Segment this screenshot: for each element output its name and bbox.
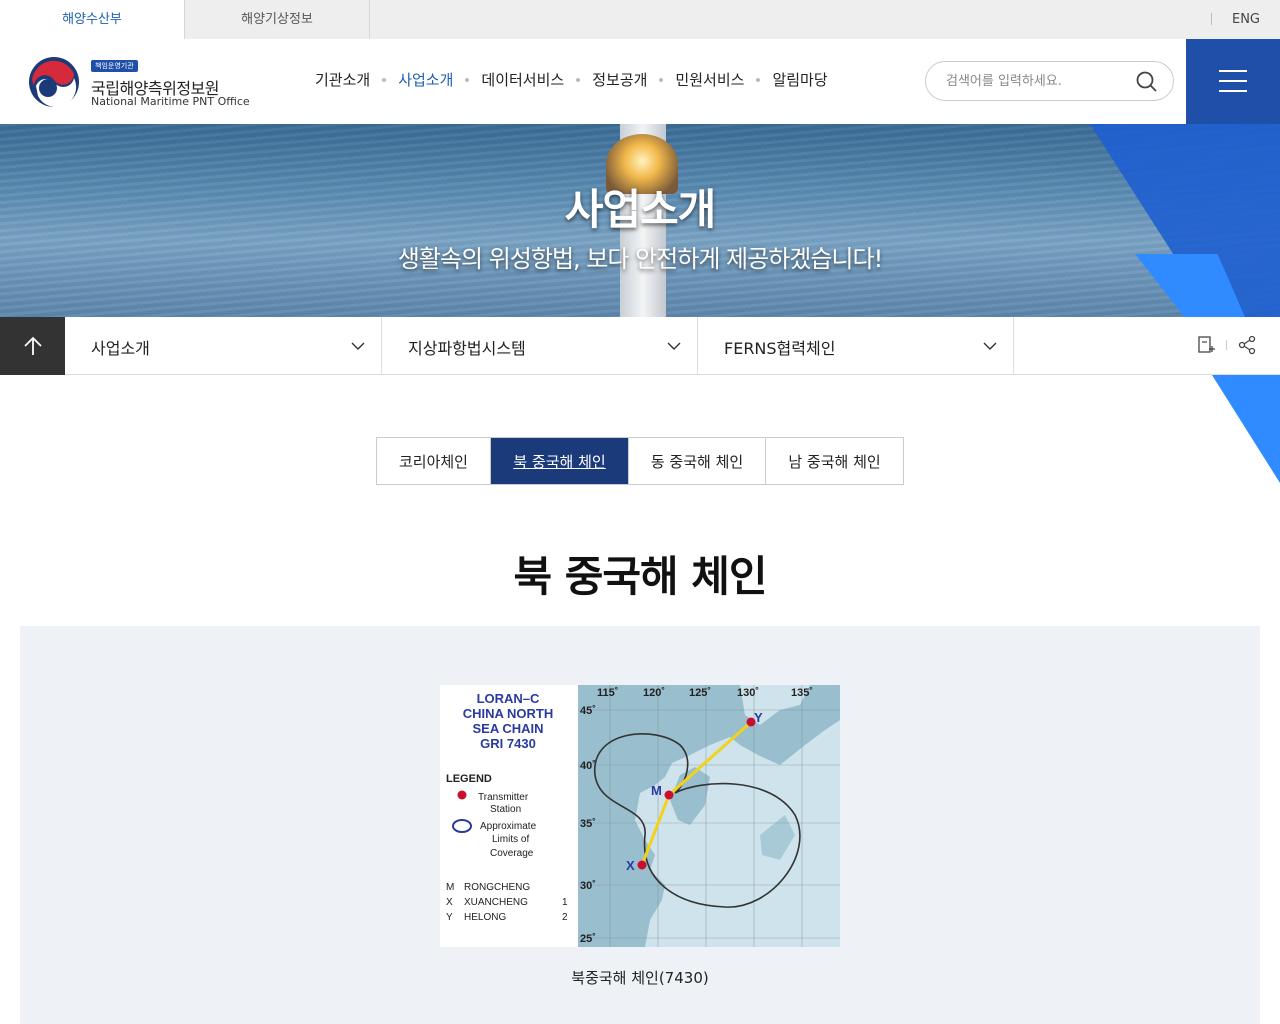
map-graphic: M Y X 115˚ 120˚ 125˚ 130˚ 135˚ 45˚ 40˚ 3…	[440, 685, 840, 947]
hero-banner: 사업소개 생활속의 위성항법, 보다 안전하게 제공하겠습니다!	[0, 124, 1280, 317]
page-tools	[1196, 335, 1257, 355]
chain-map-image: M Y X 115˚ 120˚ 125˚ 130˚ 135˚ 45˚ 40˚ 3…	[440, 685, 840, 947]
nav-separator	[756, 77, 761, 82]
top-tab-weather[interactable]: 해양기상정보	[185, 0, 370, 39]
chevron-down-icon	[667, 342, 681, 350]
station-x-label: X	[626, 858, 635, 873]
nav-separator	[465, 77, 470, 82]
content-box: M Y X 115˚ 120˚ 125˚ 130˚ 135˚ 45˚ 40˚ 3…	[20, 626, 1260, 1024]
location-bar: 사업소개 지상파항법시스템 FERNS협력체인	[0, 317, 1280, 375]
print-icon[interactable]	[1196, 335, 1216, 355]
map-title-line: GRI 7430	[480, 736, 536, 751]
chevron-down-icon	[351, 342, 365, 350]
language-link[interactable]: ENG	[1232, 0, 1260, 39]
location-label: 지상파항법시스템	[408, 339, 526, 358]
search-box	[925, 61, 1174, 101]
home-button[interactable]	[0, 317, 65, 375]
legend-text: Limits of	[492, 834, 529, 845]
nav-separator	[576, 77, 581, 82]
location-dropdown-2[interactable]: 지상파항법시스템	[382, 317, 698, 375]
top-tab-mof[interactable]: 해양수산부	[0, 0, 185, 39]
top-bar: 해양수산부 해양기상정보 ENG	[0, 0, 1280, 39]
station-m-label: M	[651, 783, 662, 798]
nav-item-info[interactable]: 정보공개	[592, 69, 647, 90]
lon-label: 130˚	[737, 687, 759, 699]
page-title: 북 중국해 체인	[513, 552, 767, 601]
nav-item-about[interactable]: 기관소개	[315, 69, 370, 90]
legend-text: Coverage	[490, 848, 534, 859]
map-title-line: SEA CHAIN	[472, 721, 543, 736]
logo-icon[interactable]	[28, 56, 80, 108]
lat-label: 30˚	[580, 880, 596, 892]
nav-separator	[659, 77, 664, 82]
lat-label: 40˚	[580, 760, 596, 772]
lat-label: 25˚	[580, 933, 596, 945]
home-icon	[23, 336, 42, 355]
hero-subtitle: 생활속의 위성항법, 보다 안전하게 제공하겠습니다!	[397, 245, 883, 273]
station-num: 1	[562, 897, 568, 908]
hamburger-icon	[1219, 70, 1247, 72]
nav-item-civil[interactable]: 민원서비스	[675, 69, 744, 90]
main-nav: 기관소개 사업소개 데이터서비스 정보공개 민원서비스 알림마당	[315, 69, 828, 90]
org-name-en: National Maritime PNT Office	[91, 95, 250, 108]
station-name: HELONG	[464, 912, 506, 923]
menu-button[interactable]	[1186, 39, 1280, 124]
location-dropdown-3[interactable]: FERNS협력체인	[698, 317, 1014, 375]
chain-tabs: 코리아체인 북 중국해 체인 동 중국해 체인 남 중국해 체인	[376, 437, 904, 485]
tab-korea-chain[interactable]: 코리아체인	[377, 438, 491, 484]
divider	[1226, 340, 1227, 350]
station-code: M	[446, 882, 454, 893]
header: 책임운영기관 국립해양측위정보원 National Maritime PNT O…	[0, 39, 1280, 124]
station-num: 2	[562, 912, 568, 923]
nav-separator	[382, 77, 387, 82]
org-badge: 책임운영기관	[91, 60, 138, 72]
map-caption: 북중국해 체인(7430)	[571, 969, 709, 987]
station-y-label: Y	[754, 710, 763, 725]
share-icon[interactable]	[1237, 335, 1257, 355]
nav-item-business[interactable]: 사업소개	[398, 69, 453, 90]
map-title-line: LORAN–C	[477, 691, 540, 706]
map-title-line: CHINA NORTH	[463, 706, 554, 721]
legend-text: Station	[490, 804, 521, 815]
nav-item-data[interactable]: 데이터서비스	[481, 69, 564, 90]
chevron-down-icon	[983, 342, 997, 350]
search-icon[interactable]	[1135, 70, 1159, 94]
tab-east-china-sea[interactable]: 동 중국해 체인	[629, 438, 766, 484]
lon-label: 135˚	[791, 687, 813, 699]
station-name: XUANCHENG	[464, 897, 528, 908]
station-code: Y	[446, 912, 453, 923]
location-label: 사업소개	[91, 339, 150, 358]
lat-label: 35˚	[580, 818, 596, 830]
decor-shape	[1212, 375, 1280, 483]
legend-text: Transmitter	[478, 792, 529, 803]
station-code: X	[446, 897, 453, 908]
divider	[1211, 13, 1212, 25]
lon-label: 125˚	[689, 687, 711, 699]
lon-label: 120˚	[643, 687, 665, 699]
lat-label: 45˚	[580, 705, 596, 717]
tab-south-china-sea[interactable]: 남 중국해 체인	[766, 438, 903, 484]
hero-title: 사업소개	[564, 185, 717, 234]
location-dropdown-1[interactable]: 사업소개	[65, 317, 382, 375]
station-name: RONGCHENG	[464, 882, 530, 893]
legend-text: Approximate	[480, 821, 537, 832]
legend-title: LEGEND	[446, 773, 492, 785]
location-label: FERNS협력체인	[724, 339, 836, 358]
nav-item-notice[interactable]: 알림마당	[772, 69, 827, 90]
search-input[interactable]	[946, 71, 1126, 91]
tab-north-china-sea[interactable]: 북 중국해 체인	[491, 438, 629, 484]
lon-label: 115˚	[597, 687, 618, 699]
